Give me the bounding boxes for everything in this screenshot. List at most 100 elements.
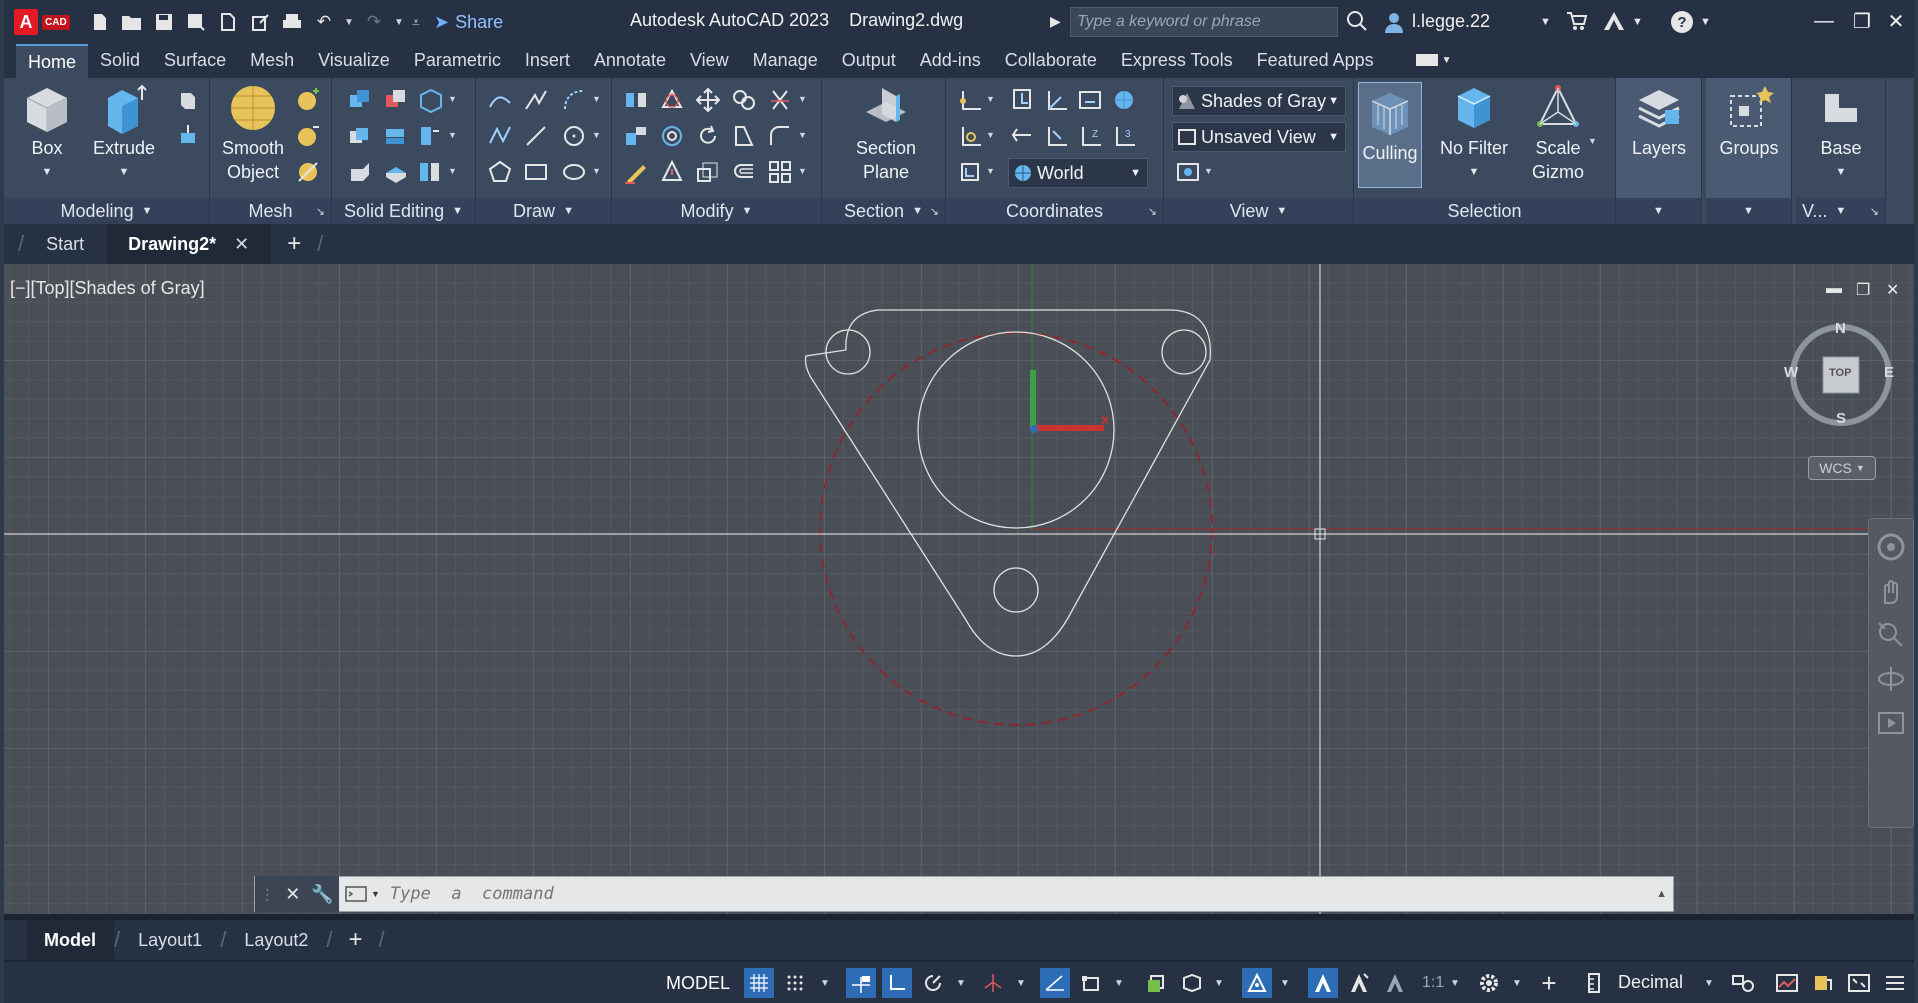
- object-snap-tracking-icon[interactable]: [1040, 968, 1070, 998]
- solid-history-icon[interactable]: [416, 86, 444, 114]
- shell-icon[interactable]: [382, 158, 410, 186]
- customize-wrench-icon[interactable]: 🔧: [311, 884, 333, 905]
- viewcube-top-face[interactable]: TOP: [1829, 367, 1851, 379]
- showmotion-icon[interactable]: [1875, 707, 1907, 739]
- mesh-panel-label[interactable]: Mesh: [210, 198, 331, 224]
- annotation-scale-value[interactable]: 1:1: [1422, 974, 1444, 992]
- rotate-icon[interactable]: [694, 122, 722, 150]
- save-icon[interactable]: [152, 10, 176, 34]
- chevron-down-icon[interactable]: ▼: [820, 978, 830, 989]
- presspull-icon[interactable]: [174, 122, 202, 150]
- chevron-down-icon[interactable]: ▼: [448, 130, 457, 140]
- chevron-down-icon[interactable]: ▼: [1588, 136, 1597, 146]
- layers-panel-expander[interactable]: ▼: [1616, 198, 1701, 224]
- grid-toggle-icon[interactable]: [744, 968, 774, 998]
- grip-icon[interactable]: ⋮: [260, 886, 274, 903]
- layout-tab-model[interactable]: Model: [26, 920, 114, 960]
- share-file-icon[interactable]: [248, 10, 272, 34]
- clean-screen-icon[interactable]: [1844, 968, 1874, 998]
- chevron-down-icon[interactable]: ▼: [986, 94, 995, 104]
- drawing-canvas[interactable]: [−][Top][Shades of Gray] ▬ ❐ ✕ N S E W T…: [4, 264, 1914, 914]
- zoom-extents-icon[interactable]: [1875, 619, 1907, 651]
- groups-panel-expander[interactable]: ▼: [1706, 198, 1791, 224]
- chevron-down-icon[interactable]: ▼: [1214, 978, 1224, 989]
- command-input[interactable]: [389, 884, 1590, 904]
- copy-icon[interactable]: [730, 86, 758, 114]
- mesh-smooth-less-icon[interactable]: [294, 122, 322, 150]
- ribbon-tab-add-ins[interactable]: Add-ins: [908, 44, 993, 78]
- auto-scale-icon[interactable]: [1344, 968, 1374, 998]
- section-dialog-launcher-icon[interactable]: ↘: [930, 205, 939, 218]
- chevron-down-icon[interactable]: ▼: [1280, 978, 1290, 989]
- object-snap-icon[interactable]: [1076, 968, 1106, 998]
- close-button[interactable]: ✕: [1878, 6, 1914, 36]
- box-button[interactable]: Box ▼: [18, 82, 76, 184]
- close-tab-icon[interactable]: ✕: [234, 234, 249, 255]
- move-icon[interactable]: [694, 86, 722, 114]
- ucs-view-icon[interactable]: [1008, 86, 1036, 114]
- section-plane-button[interactable]: Section Plane: [844, 82, 928, 184]
- ribbon-tab-surface[interactable]: Surface: [152, 44, 238, 78]
- ribbon-tab-annotate[interactable]: Annotate: [582, 44, 678, 78]
- new-file-icon[interactable]: [88, 10, 112, 34]
- show-transparency-icon[interactable]: [1140, 968, 1170, 998]
- chevron-down-icon[interactable]: ▼: [798, 130, 807, 140]
- chevron-down-icon[interactable]: ▼: [956, 978, 966, 989]
- modify-panel-label[interactable]: Modify ▼: [612, 198, 821, 224]
- chevron-down-icon[interactable]: ▼: [1114, 978, 1124, 989]
- mesh-dialog-launcher-icon[interactable]: ↘: [316, 205, 325, 218]
- ucs-previous-icon[interactable]: [1008, 122, 1036, 150]
- bolt-hole-bottom[interactable]: [993, 567, 1039, 613]
- culling-button[interactable]: Culling: [1358, 82, 1422, 188]
- annotation-visibility-icon[interactable]: [1308, 968, 1338, 998]
- line-icon[interactable]: [522, 122, 550, 150]
- ribbon-tab-insert[interactable]: Insert: [513, 44, 582, 78]
- chevron-down-icon[interactable]: ▼: [1512, 978, 1522, 989]
- undo-dropdown-icon[interactable]: ▼: [344, 17, 354, 28]
- redo-icon[interactable]: ↷: [362, 10, 386, 34]
- compass-west[interactable]: W: [1784, 364, 1798, 381]
- chevron-down-icon[interactable]: ▼: [592, 130, 601, 140]
- intersect-icon[interactable]: [346, 122, 374, 150]
- chevron-down-icon[interactable]: ▼: [448, 94, 457, 104]
- layout-tab-layout1[interactable]: Layout1: [120, 920, 220, 960]
- mirror-3d-icon[interactable]: [622, 86, 650, 114]
- mesh-refine-icon[interactable]: [294, 158, 322, 186]
- chevron-down-icon[interactable]: ▼: [798, 94, 807, 104]
- workspace-gear-icon[interactable]: [1474, 968, 1504, 998]
- extrude-button[interactable]: Extrude ▼: [90, 82, 158, 184]
- circle-icon[interactable]: [560, 122, 588, 150]
- ucs-3point-icon[interactable]: [1076, 86, 1104, 114]
- tab-start[interactable]: Start: [24, 224, 106, 264]
- erase-icon[interactable]: [622, 158, 650, 186]
- search-expand-icon[interactable]: ▶: [1050, 13, 1061, 30]
- spline-icon[interactable]: [522, 86, 550, 114]
- rotate-3d-icon[interactable]: [658, 86, 686, 114]
- base-dialog-launcher-icon[interactable]: ↘: [1870, 205, 1879, 218]
- steering-wheel-icon[interactable]: [1875, 531, 1907, 563]
- app-dropdown-icon[interactable]: ▼: [1632, 16, 1643, 28]
- solid-editing-panel-label[interactable]: Solid Editing ▼: [332, 198, 475, 224]
- ucs-origin-icon[interactable]: 3: [1110, 122, 1138, 150]
- ribbon-tab-output[interactable]: Output: [830, 44, 908, 78]
- section-panel-label[interactable]: Section ▼: [822, 198, 945, 224]
- layout-tab-layout2[interactable]: Layout2: [226, 920, 326, 960]
- groups-button[interactable]: Groups: [1714, 82, 1784, 160]
- chevron-down-icon[interactable]: ▼: [592, 94, 601, 104]
- draw-panel-label[interactable]: Draw ▼: [476, 198, 611, 224]
- union-icon[interactable]: [346, 86, 374, 114]
- ribbon-tab-express-tools[interactable]: Express Tools: [1109, 44, 1245, 78]
- model-space-toggle[interactable]: MODEL: [658, 968, 738, 998]
- polygon-icon[interactable]: [486, 158, 514, 186]
- smooth-object-button[interactable]: Smooth Object: [218, 82, 288, 184]
- annotation-monitor-plus-icon[interactable]: +: [1534, 968, 1564, 998]
- stretch-icon[interactable]: [730, 122, 758, 150]
- minimize-button[interactable]: —: [1806, 6, 1842, 36]
- viewcube[interactable]: N S E W TOP: [1784, 320, 1896, 430]
- plot-icon[interactable]: [280, 10, 304, 34]
- chevron-down-icon[interactable]: ▼: [798, 166, 807, 176]
- annotation-scale-icon[interactable]: [1380, 968, 1410, 998]
- named-view-combo[interactable]: Unsaved View ▼: [1172, 122, 1346, 152]
- chevron-down-icon[interactable]: ▼: [986, 166, 995, 176]
- ellipse-icon[interactable]: [560, 158, 588, 186]
